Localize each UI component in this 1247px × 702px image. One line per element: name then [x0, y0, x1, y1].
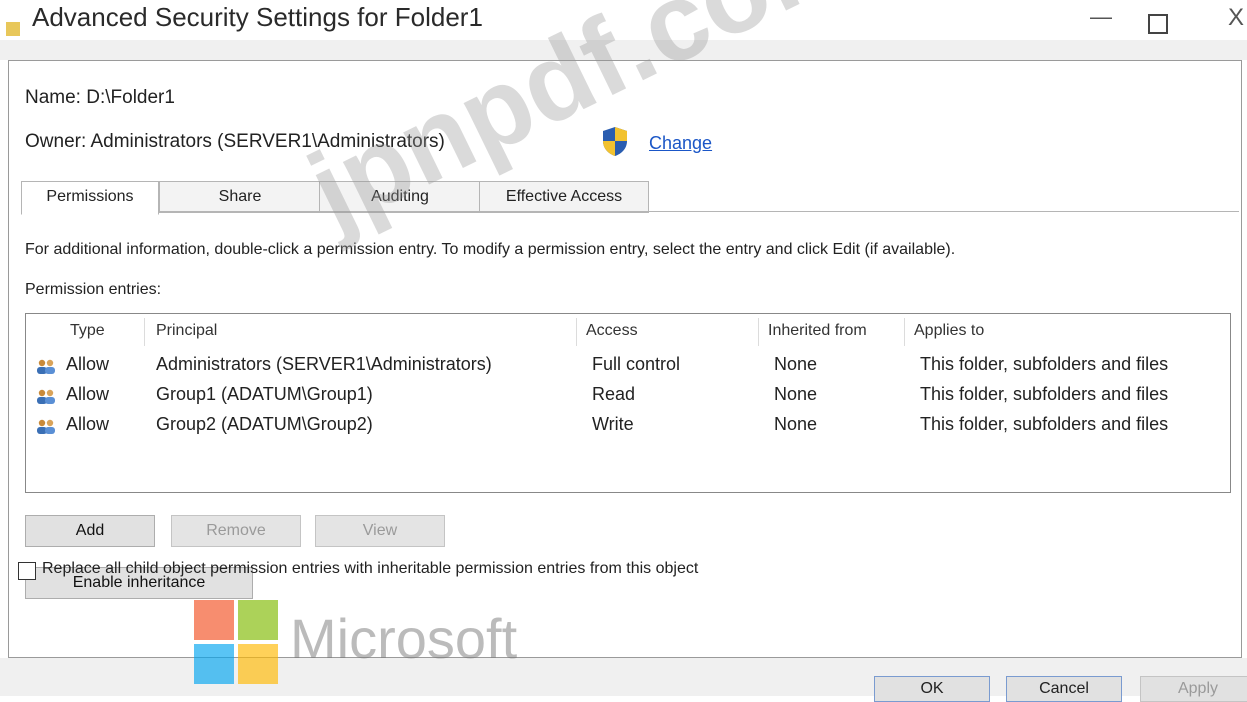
logo-square [238, 600, 278, 640]
tab-share[interactable]: Share [159, 181, 321, 213]
permission-entries-label: Permission entries: [25, 281, 162, 298]
title-separator [0, 40, 1247, 60]
logo-square [194, 600, 234, 640]
column-divider [144, 318, 145, 346]
logo-square [194, 644, 234, 684]
entry-inherited: None [774, 354, 818, 374]
tab-auditing[interactable]: Auditing [319, 181, 481, 213]
entry-applies: This folder, subfolders and files [920, 354, 1169, 374]
column-header-applies[interactable]: Applies to [914, 322, 984, 340]
view-button[interactable]: View [315, 515, 445, 547]
entry-type: Allow [66, 414, 110, 434]
entry-principal: Group2 (ADATUM\Group2) [156, 414, 373, 434]
table-row[interactable]: Allow Administrators (SERVER1\Administra… [26, 354, 1230, 380]
logo-square [238, 644, 278, 684]
object-name: Name: D:\Folder1 [25, 87, 175, 108]
change-owner-link[interactable]: Change [649, 133, 712, 154]
maximize-button[interactable] [1148, 14, 1168, 34]
replace-child-permissions-checkbox[interactable] [18, 562, 36, 580]
table-row[interactable]: Allow Group2 (ADATUM\Group2) Write None … [26, 414, 1230, 440]
title-bar: Advanced Security Settings for Folder1 —… [0, 0, 1247, 40]
tab-underline [159, 211, 1239, 212]
column-divider [758, 318, 759, 346]
users-icon [37, 419, 55, 434]
window-title: Advanced Security Settings for Folder1 [32, 2, 483, 32]
table-row[interactable]: Allow Group1 (ADATUM\Group1) Read None T… [26, 384, 1230, 410]
entry-principal: Administrators (SERVER1\Administrators) [156, 354, 492, 374]
column-divider [904, 318, 905, 346]
entry-inherited: None [774, 414, 818, 434]
uac-shield-icon [603, 127, 627, 156]
entry-access: Read [592, 384, 636, 404]
entry-inherited: None [774, 384, 818, 404]
entry-type: Allow [66, 354, 110, 374]
add-button[interactable]: Add [25, 515, 155, 547]
folder-icon [6, 22, 20, 36]
minimize-button[interactable]: — [1090, 4, 1112, 30]
owner-label: Owner: Administrators (SERVER1\Administr… [25, 131, 445, 152]
close-button[interactable]: X [1228, 4, 1244, 32]
entry-applies: This folder, subfolders and files [920, 414, 1169, 434]
entry-access: Full control [592, 354, 681, 374]
entry-access: Write [592, 414, 634, 434]
users-icon [37, 389, 55, 404]
instructions-text: For additional information, double-click… [25, 241, 956, 258]
entry-principal: Group1 (ADATUM\Group1) [156, 384, 373, 404]
permission-entries-list[interactable]: Type Principal Access Inherited from App… [25, 313, 1231, 493]
apply-button[interactable]: Apply [1140, 676, 1247, 702]
tab-permissions[interactable]: Permissions [21, 181, 159, 215]
users-icon [37, 359, 55, 374]
column-header-inherited[interactable]: Inherited from [768, 322, 867, 340]
microsoft-logo-icon [194, 600, 282, 696]
replace-child-permissions-label: Replace all child object permission entr… [42, 560, 699, 577]
column-header-access[interactable]: Access [586, 322, 638, 340]
entry-type: Allow [66, 384, 110, 404]
cancel-button[interactable]: Cancel [1006, 676, 1122, 702]
entry-applies: This folder, subfolders and files [920, 384, 1169, 404]
column-divider [576, 318, 577, 346]
microsoft-wordmark: Microsoft [290, 607, 518, 670]
column-header-principal[interactable]: Principal [156, 322, 217, 340]
column-header-type[interactable]: Type [70, 322, 105, 340]
tab-effective-access[interactable]: Effective Access [479, 181, 649, 213]
ok-button[interactable]: OK [874, 676, 990, 702]
remove-button[interactable]: Remove [171, 515, 301, 547]
